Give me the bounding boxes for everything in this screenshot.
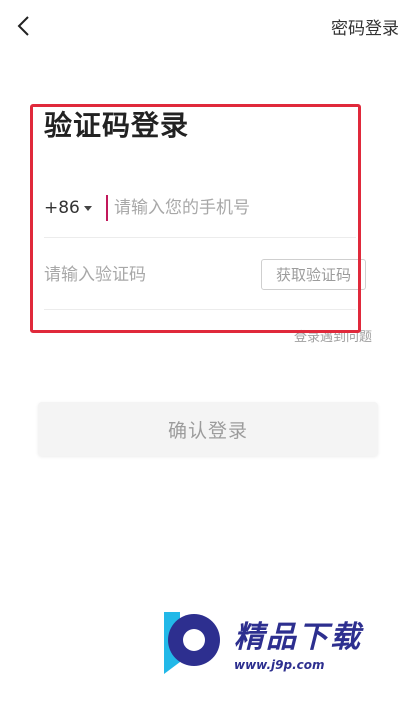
caret-down-icon [83,206,92,211]
page-title: 验证码登录 [44,109,190,142]
get-code-button[interactable]: 获取验证码 [260,259,366,290]
password-login-link[interactable]: 密码登录 [331,14,399,39]
watermark-title: 精品下载 [234,620,362,655]
watermark-url: www.j9p.com [234,658,325,672]
chevron-left-icon [17,16,29,36]
watermark-logo-icon [164,612,220,674]
watermark: 精品下载 www.j9p.com [150,604,362,680]
country-code-label: +86 [44,197,80,218]
confirm-login-button[interactable]: 确认登录 [38,402,378,456]
phone-row: +86 [44,178,356,238]
back-button[interactable] [8,8,40,44]
phone-input[interactable] [106,194,356,221]
watermark-text: 精品下载 www.j9p.com [234,612,362,672]
login-help-link[interactable]: 登录遇到问题 [294,326,372,345]
login-page: 密码登录 验证码登录 +86 获取验证码 登录遇到问题 确认登录 精品下载 ww… [0,0,416,716]
verification-code-input[interactable] [44,264,224,285]
country-code-selector[interactable]: +86 [44,198,106,218]
code-row: 获取验证码 [44,240,366,310]
